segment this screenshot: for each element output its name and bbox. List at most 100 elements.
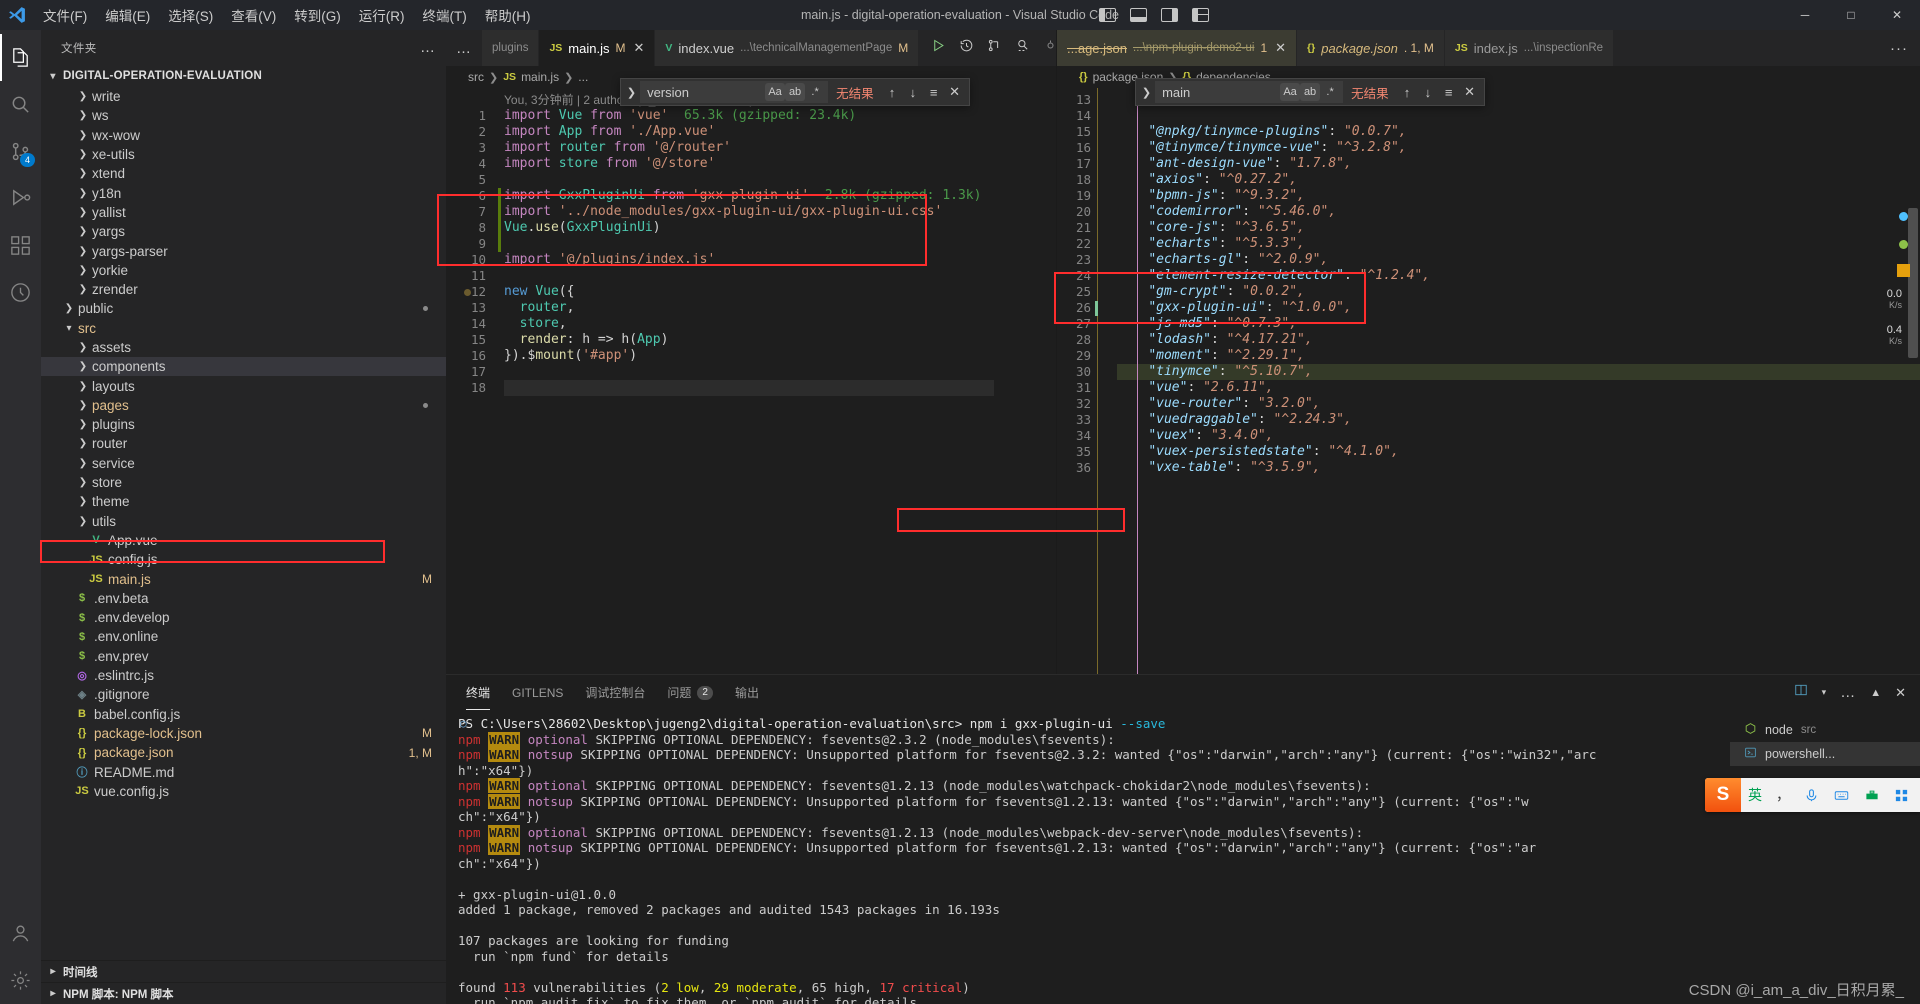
toolbox-icon[interactable] [1857, 788, 1887, 803]
keyboard-icon[interactable] [1826, 788, 1857, 803]
customize-layout-icon[interactable] [1191, 8, 1209, 22]
activity-settings[interactable] [0, 957, 41, 1004]
code-line[interactable]: import router from '@/router' [504, 140, 1056, 156]
code-line[interactable]: Vue.use(GxxPluginUi) [504, 220, 1056, 236]
code-line[interactable]: import '@/plugins/index.js' [504, 252, 1056, 268]
tab-plugins[interactable]: plugins [482, 30, 540, 66]
breadcrumb-main-js[interactable]: main.js [521, 70, 559, 84]
tree-item-public[interactable]: ❯ public [41, 299, 446, 318]
code-line[interactable]: new Vue({ [504, 284, 1056, 300]
editor-actions-right[interactable]: ··· [1878, 30, 1920, 66]
code-content-right[interactable]: "@npkg/tinymce-plugins": "0.0.7", "@tiny… [1095, 88, 1920, 674]
toggle-secondary-sidebar-icon[interactable] [1160, 8, 1178, 22]
code-line[interactable]: "codemirror": "^5.46.0", [1117, 204, 1920, 220]
tree-item-plugins[interactable]: ❯ plugins [41, 415, 446, 434]
use-regex-icon[interactable]: .* [1320, 83, 1340, 101]
breadcrumb-more[interactable]: ... [578, 70, 588, 84]
code-line[interactable]: }).$mount('#app') [504, 348, 1056, 364]
match-whole-word-icon[interactable]: ab [785, 83, 806, 101]
menu-run[interactable]: 运行(R) [350, 1, 414, 29]
tree-item-layouts[interactable]: ❯ layouts [41, 376, 446, 395]
scroll-thumb-right[interactable] [1908, 208, 1918, 358]
apps-icon[interactable] [1887, 788, 1916, 803]
sidebar-section-npm-scripts[interactable]: ▸ NPM 脚本: NPM 脚本 [41, 982, 446, 1004]
code-line[interactable]: import '../node_modules/gxx-plugin-ui/gx… [504, 204, 1056, 220]
find-next-icon[interactable]: ↓ [1417, 81, 1438, 103]
breakpoint-icon[interactable] [464, 289, 471, 296]
chevron-down-icon[interactable]: ▾ [1822, 687, 1827, 698]
find-previous-icon[interactable]: ↑ [882, 81, 903, 103]
tree-item--env-beta[interactable]: $ .env.beta [41, 589, 446, 608]
code-line[interactable]: "echarts-gl": "^2.0.9", [1117, 252, 1920, 268]
tree-item-theme[interactable]: ❯ theme [41, 492, 446, 511]
tab-package-json-demo2[interactable]: ...age.json ...\npm-plugin-demo2-ui 1 ✕ [1057, 30, 1298, 66]
code-line[interactable]: "bpmn-js": "^9.3.2", [1117, 188, 1920, 204]
tab-main-js[interactable]: JS main.js M ✕ [539, 30, 656, 66]
code-line[interactable] [504, 380, 994, 396]
code-line[interactable]: "vxe-table": "^3.5.9", [1117, 460, 1920, 476]
code-line[interactable]: "vue": "2.6.11", [1117, 380, 1920, 396]
code-line[interactable]: "vuex-persistedstate": "^4.1.0", [1117, 444, 1920, 460]
activity-test[interactable] [0, 269, 41, 316]
find-in-selection-icon[interactable]: ≡ [1438, 81, 1459, 103]
tree-item-xe-utils[interactable]: ❯ xe-utils [41, 145, 446, 164]
ime-punct-button[interactable]: ， [1769, 785, 1797, 805]
code-line[interactable]: "@npkg/tinymce-plugins": "0.0.7", [1117, 124, 1920, 140]
split-terminal-icon[interactable] [1794, 683, 1808, 702]
tree-item-y18n[interactable]: ❯ y18n [41, 183, 446, 202]
code-line[interactable]: "lodash": "^4.17.21", [1117, 332, 1920, 348]
tree-item--eslintrc-js[interactable]: ◎ .eslintrc.js [41, 666, 446, 685]
match-whole-word-icon[interactable]: ab [1300, 83, 1321, 101]
tree-item-config-js[interactable]: JS config.js [41, 550, 446, 569]
match-case-icon[interactable]: Aa [1280, 83, 1301, 101]
code-line[interactable]: "echarts": "^5.3.3", [1117, 236, 1920, 252]
terminal-item-powershell[interactable]: powershell... [1730, 742, 1920, 766]
tree-item--env-online[interactable]: $ .env.online [41, 627, 446, 646]
history-icon[interactable] [959, 38, 974, 58]
mic-icon[interactable] [1797, 788, 1826, 803]
folder-root-row[interactable]: ▾ DIGITAL-OPERATION-EVALUATION [41, 65, 446, 87]
menu-view[interactable]: 查看(V) [222, 1, 285, 29]
tree-item-assets[interactable]: ❯ assets [41, 338, 446, 357]
tree-item-vue-config-js[interactable]: JS vue.config.js [41, 782, 446, 801]
tree-item-components[interactable]: ❯ components [41, 357, 446, 377]
code-line[interactable]: "gm-crypt": "0.0.2", [1117, 284, 1920, 300]
tree-item-src[interactable]: ▾ src [41, 319, 446, 338]
code-line[interactable] [504, 172, 1056, 188]
tree-item-write[interactable]: ❯ write [41, 87, 446, 106]
code-line[interactable] [1117, 108, 1920, 124]
panel-tab-gitlens[interactable]: GITLENS [512, 675, 563, 710]
find-input-right[interactable] [1162, 84, 1281, 100]
scrollbar-right[interactable] [1906, 88, 1920, 674]
tree-item-yallist[interactable]: ❯ yallist [41, 203, 446, 222]
sogou-logo-icon[interactable]: S [1705, 778, 1741, 812]
menu-bar[interactable]: 文件(F) 编辑(E) 选择(S) 查看(V) 转到(G) 运行(R) 终端(T… [34, 1, 540, 29]
panel-tab-problems[interactable]: 问题 2 [667, 675, 713, 710]
minimize-button[interactable]: ─ [1782, 0, 1828, 30]
magnify-code-icon[interactable] [1015, 38, 1030, 58]
maximize-button[interactable]: □ [1828, 0, 1874, 30]
tree-item-babel-config-js[interactable]: Bbabel.config.js [41, 705, 446, 724]
activity-run-debug[interactable] [0, 175, 41, 222]
panel-tab-bar[interactable]: 终端 GITLENS 调试控制台 问题 2 输出 ▾ … ▲ ✕ [446, 675, 1920, 710]
menu-help[interactable]: 帮助(H) [476, 1, 540, 29]
tree-item--env-develop[interactable]: $ .env.develop [41, 608, 446, 627]
terminal-output[interactable]: PS C:\Users\28602\Desktop\jugeng2\digita… [446, 710, 1730, 1004]
tree-item-router[interactable]: ❯ router [41, 434, 446, 453]
ime-toolbar[interactable]: S 英 ， [1705, 778, 1920, 812]
tabs-overflow-icon[interactable]: … [446, 30, 482, 66]
file-tree[interactable]: ❯ write ❯ ws ❯ wx-wow ❯ xe-utils ❯ xtend ❯ y18n ❯ yal… [41, 87, 446, 960]
tree-item-yorkie[interactable]: ❯ yorkie [41, 261, 446, 280]
toggle-replace-icon[interactable]: ❯ [1138, 86, 1155, 99]
editor-more-icon[interactable]: ··· [1890, 40, 1908, 57]
code-line[interactable]: import App from './App.vue' [504, 124, 1056, 140]
find-in-selection-icon[interactable]: ≡ [923, 81, 944, 103]
debug-step-icon[interactable] [1043, 38, 1058, 58]
panel-actions[interactable]: ▾ … ▲ ✕ [1794, 683, 1920, 702]
code-line[interactable]: "ant-design-vue": "1.7.8", [1117, 156, 1920, 172]
activity-search[interactable] [0, 81, 41, 128]
match-case-icon[interactable]: Aa [765, 83, 786, 101]
code-line[interactable]: import store from '@/store' [504, 156, 1056, 172]
tree-item-pages[interactable]: ❯ pages [41, 396, 446, 415]
panel-tab-terminal[interactable]: 终端 [466, 675, 491, 710]
